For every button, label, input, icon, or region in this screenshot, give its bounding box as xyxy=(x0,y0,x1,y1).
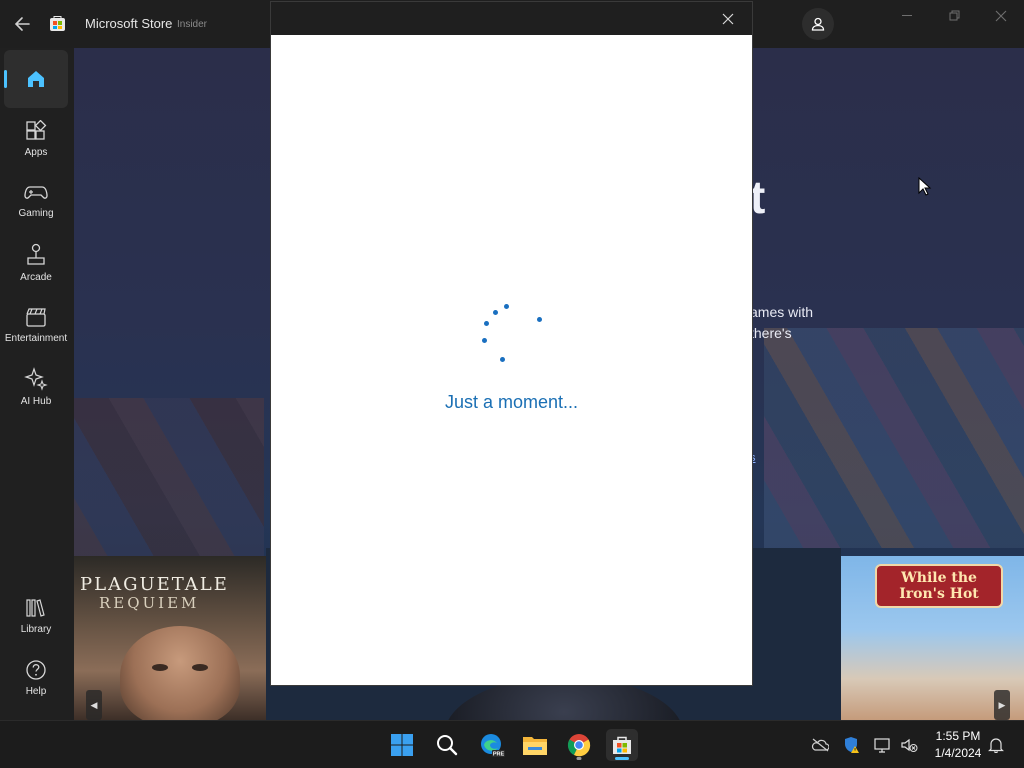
tile-title: While the Iron's Hot xyxy=(875,564,1003,608)
game-tile-while-irons-hot[interactable]: While the Iron's Hot ▶ xyxy=(841,556,1024,720)
mouse-cursor-icon xyxy=(918,177,932,196)
store-logo-icon xyxy=(49,15,66,32)
back-button[interactable] xyxy=(10,12,36,36)
sidebar-item-help[interactable]: Help xyxy=(4,649,68,707)
loading-message: Just a moment... xyxy=(444,392,579,412)
taskbar-search-button[interactable] xyxy=(431,729,463,761)
taskbar-chrome[interactable] xyxy=(563,729,595,761)
taskbar-edge-preview[interactable]: PRE xyxy=(476,729,508,761)
help-icon xyxy=(26,660,46,680)
restore-icon xyxy=(949,10,960,21)
sidebar-item-entertainment[interactable]: Entertainment xyxy=(4,296,68,354)
minimize-button[interactable] xyxy=(893,6,923,26)
gamepad-icon xyxy=(24,186,48,199)
restore-button[interactable] xyxy=(940,6,970,26)
sidebar-item-apps[interactable]: Apps xyxy=(4,110,68,168)
dialog-close-button[interactable] xyxy=(718,9,738,29)
security-warning-tray-icon[interactable] xyxy=(843,736,861,754)
apps-icon xyxy=(26,120,47,140)
sidebar-item-label: Arcade xyxy=(20,272,52,283)
tile-subtitle: REQUIEM xyxy=(99,594,200,612)
sparkle-icon xyxy=(24,367,48,391)
hero-description: ames with there's xyxy=(750,304,814,341)
volume-muted-tray-icon[interactable] xyxy=(900,736,918,754)
bell-icon xyxy=(988,738,1004,753)
network-tray-icon[interactable] xyxy=(874,736,892,754)
sidebar-item-gaming[interactable]: Gaming xyxy=(4,172,68,230)
chevron-left-icon: ◀ xyxy=(90,699,98,710)
hero-art-right xyxy=(764,328,1024,548)
windows-start-icon xyxy=(391,734,413,756)
sidebar-item-ai-hub[interactable]: AI Hub xyxy=(4,358,68,416)
sidebar-item-label: Entertainment xyxy=(4,333,68,344)
clock-time[interactable]: 1:55 PM xyxy=(932,729,984,743)
sidebar: Apps Gaming Arcade Entertainment AI Hub … xyxy=(0,48,74,720)
sidebar-item-label: Apps xyxy=(24,147,48,158)
chevron-right-icon: ▶ xyxy=(998,699,1006,710)
svg-text:PRE: PRE xyxy=(493,752,505,758)
minimize-icon xyxy=(902,15,912,16)
sidebar-item-label: Help xyxy=(25,686,47,697)
sidebar-item-arcade[interactable]: Arcade xyxy=(4,234,68,292)
tile-title: PLAGUETALE xyxy=(80,574,229,595)
back-arrow-icon xyxy=(14,17,30,31)
hero-art-left xyxy=(74,398,264,558)
close-window-button[interactable] xyxy=(986,6,1016,26)
sidebar-item-label: Gaming xyxy=(18,208,54,219)
sidebar-item-label: AI Hub xyxy=(20,396,52,407)
loading-spinner xyxy=(476,298,546,368)
app-title: Microsoft Store xyxy=(85,16,173,31)
clock-date[interactable]: 1/4/2024 xyxy=(930,746,986,760)
microsoft-store-icon xyxy=(613,736,631,754)
carousel-next-button[interactable]: ▶ xyxy=(994,690,1010,720)
sidebar-item-label: Library xyxy=(20,624,52,635)
sidebar-item-home[interactable] xyxy=(4,50,68,108)
game-tile-plague-tale[interactable]: PLAGUETALE REQUIEM ◀ xyxy=(74,556,266,720)
start-button[interactable] xyxy=(386,729,418,761)
library-icon xyxy=(26,599,45,617)
dialog-header xyxy=(271,2,752,35)
home-icon xyxy=(28,71,44,87)
carousel-prev-button[interactable]: ◀ xyxy=(86,690,102,720)
taskbar-file-explorer[interactable] xyxy=(519,729,551,761)
notifications-button[interactable] xyxy=(987,736,1005,754)
chrome-icon xyxy=(567,734,591,757)
tile-art-face xyxy=(120,626,240,720)
file-explorer-icon xyxy=(523,737,547,755)
taskbar: PRE 1:55 PM 1/4/2024 xyxy=(0,720,1024,768)
sidebar-item-library[interactable]: Library xyxy=(4,587,68,645)
edge-preview-icon: PRE xyxy=(481,734,505,758)
joystick-icon xyxy=(27,243,45,265)
clapperboard-icon xyxy=(26,308,46,327)
insider-badge: Insider xyxy=(177,19,208,30)
search-icon xyxy=(437,735,458,756)
close-icon xyxy=(722,13,734,25)
user-icon xyxy=(811,17,825,31)
profile-button[interactable] xyxy=(802,8,834,40)
taskbar-microsoft-store[interactable] xyxy=(606,729,638,761)
onedrive-tray-icon[interactable] xyxy=(811,736,829,754)
sign-in-dialog: Just a moment... xyxy=(270,1,753,686)
close-icon xyxy=(995,10,1007,22)
